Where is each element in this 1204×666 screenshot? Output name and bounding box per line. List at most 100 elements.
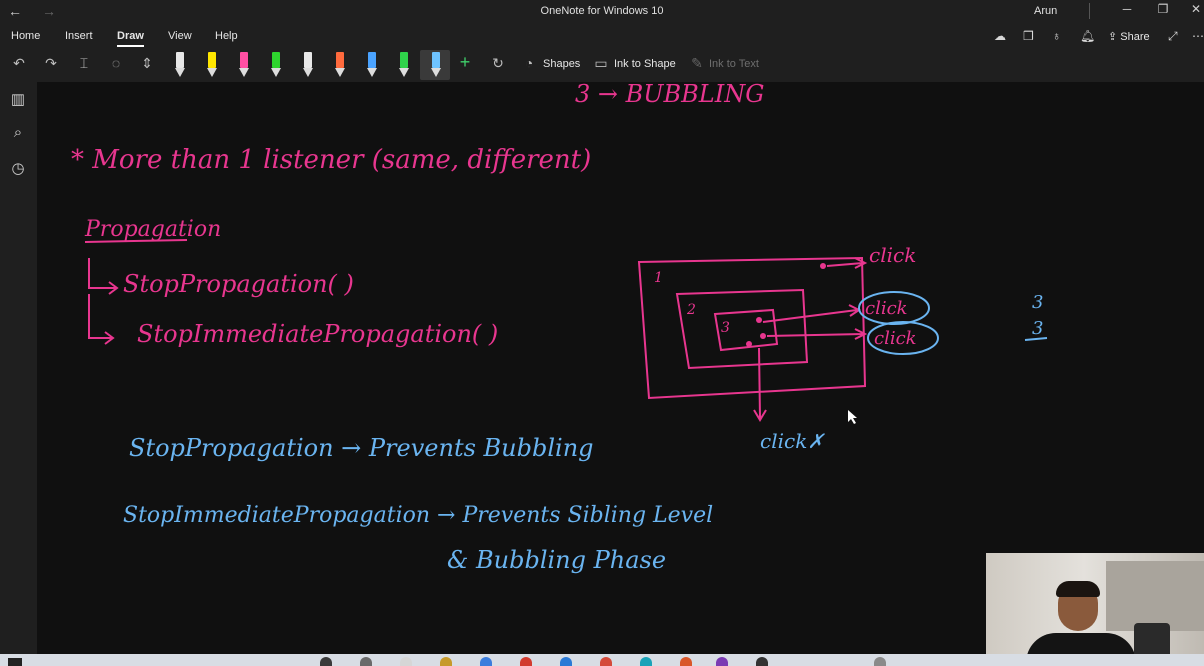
ink-to-shape-icon[interactable]: ▭ (590, 55, 612, 72)
window-title: OneNote for Windows 10 (540, 5, 664, 17)
pen-body (400, 52, 408, 68)
pen-5-icon[interactable] (299, 52, 317, 78)
lightbulb-icon[interactable]: ♁ (1052, 29, 1061, 43)
notebooks-icon[interactable]: ▥ (8, 90, 28, 108)
inner-listener-dot-2 (760, 333, 766, 339)
label-click-2: click (874, 328, 917, 349)
close-icon[interactable]: ✕ (1186, 2, 1204, 16)
windows-taskbar (0, 654, 1204, 666)
taskbar-app-icon[interactable] (360, 657, 372, 666)
left-sidebar: ▥ ⌕ ◷ (0, 82, 37, 654)
redo-icon[interactable]: ↷ (40, 55, 62, 72)
search-icon[interactable]: ⌕ (8, 124, 28, 141)
sync-icon[interactable]: ☁ (994, 29, 1006, 43)
tab-view[interactable]: View (168, 30, 192, 42)
arrow-click-1 (762, 304, 861, 323)
title-divider (1089, 3, 1090, 19)
pen-4-icon[interactable] (267, 52, 285, 78)
bell-icon[interactable]: 🔔︎ (1080, 29, 1095, 43)
more-icon[interactable]: ⋯ (1192, 29, 1204, 43)
ink-method-2: StopImmediatePropagation( ) (137, 320, 498, 348)
ink-blue-line-3: & Bubbling Phase (447, 546, 666, 574)
tab-draw[interactable]: Draw (117, 30, 144, 47)
ink-to-shape-button[interactable]: Ink to Shape (614, 58, 676, 70)
ink-heading-note: * More than 1 listener (same, different) (71, 145, 591, 175)
arrow-branch-1 (88, 258, 119, 295)
pen-9-icon[interactable] (427, 52, 445, 78)
user-name[interactable]: Arun (1034, 5, 1057, 17)
pen-7-icon[interactable] (363, 52, 381, 78)
taskbar-app-icon[interactable] (520, 657, 532, 666)
ink-replay-icon[interactable]: ↻ (487, 55, 509, 72)
add-pen-icon[interactable]: + (454, 52, 476, 73)
notebook-icon[interactable]: ❒ (1023, 29, 1034, 43)
pen-body (240, 52, 248, 68)
pen-body (208, 52, 216, 68)
pen-tip (399, 68, 409, 77)
taskbar-app-icon[interactable] (320, 657, 332, 666)
pen-tip (367, 68, 377, 77)
taskbar-app-icon[interactable] (400, 657, 412, 666)
pen-tip (175, 68, 185, 77)
pen-tip (207, 68, 217, 77)
label-inner: 3 (721, 320, 730, 336)
tab-insert[interactable]: Insert (65, 30, 93, 42)
label-count-2: 3 (1032, 318, 1043, 339)
recent-clock-icon[interactable]: ◷ (8, 159, 28, 177)
shapes-button[interactable]: Shapes (543, 58, 580, 70)
nested-box-diagram: 1 2 3 click click click click✗ 3 3 (637, 243, 1048, 453)
pen-body (432, 52, 440, 68)
taskbar-onenote-icon[interactable] (716, 657, 728, 666)
pen-6-icon[interactable] (331, 52, 349, 78)
pen-tip (239, 68, 249, 77)
menu-bar: Home Insert Draw View Help ☁ ❒ ♁ 🔔︎ ⇪ Sh… (0, 24, 1204, 48)
pen-tip (271, 68, 281, 77)
pen-body (304, 52, 312, 68)
restore-icon[interactable]: ❐ (1153, 2, 1173, 16)
taskbar-app-icon[interactable] (480, 657, 492, 666)
outer-box (637, 256, 867, 400)
taskbar-app-icon[interactable] (756, 657, 768, 666)
share-button[interactable]: ⇪ Share (1108, 30, 1150, 43)
taskbar-tray-icon[interactable] (874, 657, 886, 666)
tab-home[interactable]: Home (11, 30, 40, 42)
pen-1-icon[interactable] (171, 52, 189, 78)
lasso-icon[interactable]: ◌ (105, 55, 127, 71)
pen-body (336, 52, 344, 68)
text-select-icon[interactable]: ⌶ (73, 55, 95, 72)
expand-icon[interactable]: ⤢ (1168, 29, 1178, 44)
taskbar-app-icon[interactable] (640, 657, 652, 666)
taskbar-app-icon[interactable] (680, 657, 692, 666)
shapes-icon[interactable]: ◔ (518, 55, 540, 71)
undo-icon[interactable]: ↶ (8, 55, 30, 72)
inner-listener-dot-1 (756, 317, 762, 323)
draw-toolbar: ↶ ↷ ⌶ ◌ ⇕ + ↻ ◔ Shapes ▭ Ink to Shape ✎ … (0, 48, 1204, 83)
ink-blue-line-1: StopPropagation → Prevents Bubbling (129, 434, 594, 462)
ink-to-text-button: Ink to Text (709, 58, 759, 70)
label-outer: 1 (654, 270, 663, 286)
person-hair (1056, 581, 1100, 597)
count-underline (1024, 337, 1048, 341)
taskbar-app-icon[interactable] (600, 657, 612, 666)
pen-3-icon[interactable] (235, 52, 253, 78)
arrow-click-down (753, 347, 767, 422)
tab-help[interactable]: Help (215, 30, 238, 42)
middle-box (675, 288, 809, 370)
pen-2-icon[interactable] (203, 52, 221, 78)
taskbar-app-icon[interactable] (440, 657, 452, 666)
windows-start-icon[interactable] (8, 658, 22, 666)
pen-body (272, 52, 280, 68)
add-space-icon[interactable]: ⇕ (136, 55, 158, 72)
ink-propagation-title: Propagation (84, 217, 221, 242)
label-count-1: 3 (1032, 292, 1043, 313)
ink-method-1: StopPropagation( ) (123, 270, 354, 298)
taskbar-app-icon[interactable] (560, 657, 572, 666)
label-click-1: click (865, 298, 908, 319)
pen-body (176, 52, 184, 68)
arrow-branch-2 (88, 294, 115, 345)
label-click-blocked: click✗ (760, 429, 825, 453)
minimize-icon[interactable]: ─ (1117, 2, 1137, 16)
share-label: Share (1120, 31, 1150, 43)
webcam-overlay (986, 553, 1204, 666)
pen-8-icon[interactable] (395, 52, 413, 78)
